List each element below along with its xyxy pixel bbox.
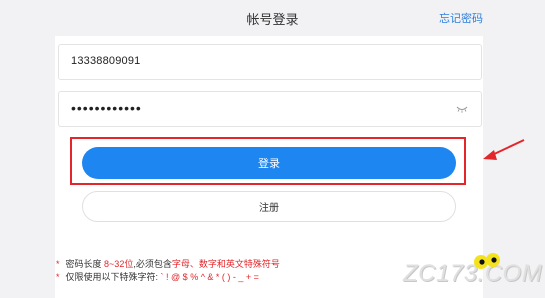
- rule-length: * 密码长度 8~32位,必须包含字母、数字和英文特殊符号: [56, 259, 280, 269]
- login-button[interactable]: 登录: [82, 147, 456, 179]
- header-bar: 帐号登录 忘记密码: [0, 0, 545, 36]
- watermark-logo-icon: [474, 253, 500, 269]
- password-field[interactable]: ••••••••••••: [58, 91, 482, 127]
- annotation-arrow-icon: [483, 139, 525, 160]
- watermark: ZC173.COM: [403, 250, 543, 296]
- password-value[interactable]: ••••••••••••: [71, 100, 142, 116]
- rule-special-chars: * 仅限使用以下特殊字符: ` ! @ $ % ^ & * ( ) - _ + =: [56, 272, 259, 282]
- phone-value[interactable]: 13338809091: [71, 55, 141, 67]
- forgot-password-link[interactable]: 忘记密码: [439, 10, 483, 26]
- register-button[interactable]: 注册: [82, 191, 456, 222]
- password-rules: * 密码长度 8~32位,必须包含字母、数字和英文特殊符号 * 仅限使用以下特殊字符…: [56, 258, 280, 284]
- eye-closed-icon[interactable]: [456, 104, 468, 114]
- phone-field[interactable]: 13338809091: [58, 44, 482, 80]
